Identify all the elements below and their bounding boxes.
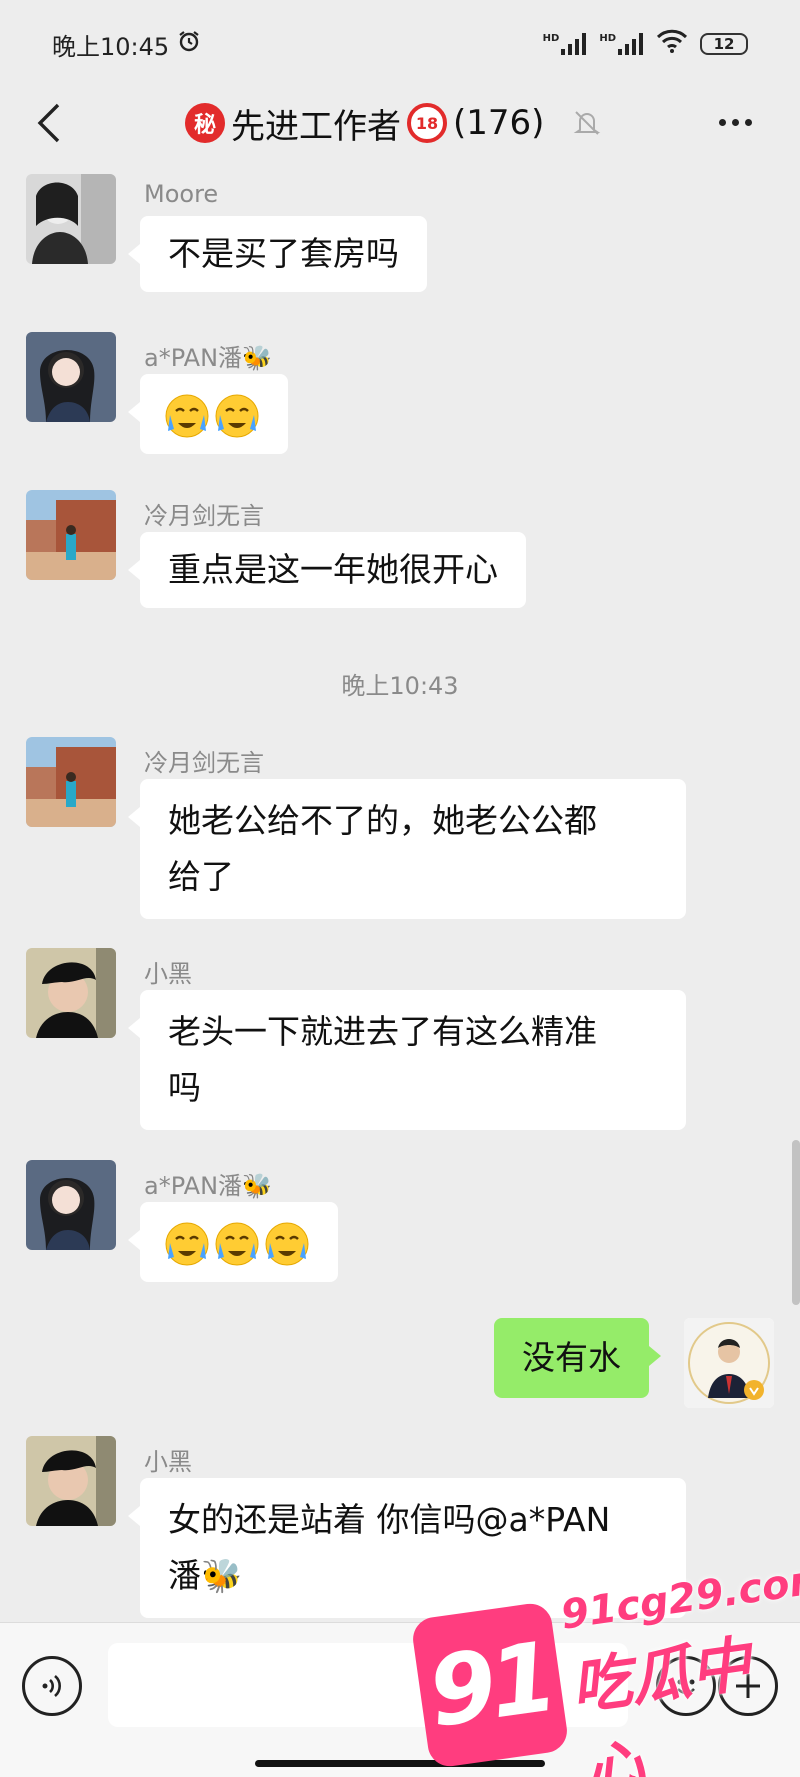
signal-icon: HD xyxy=(543,33,588,55)
message-line: 吗 xyxy=(168,1068,201,1107)
watermark-name: 吃瓜中心 xyxy=(566,1629,755,1777)
message-line: 老头一下就进去了有这么精准 xyxy=(168,1012,597,1051)
more-options-button[interactable] xyxy=(710,102,760,142)
avatar[interactable] xyxy=(26,1160,116,1250)
crying-face-icon xyxy=(164,1221,210,1267)
avatar[interactable] xyxy=(26,737,116,827)
status-bar: 晚上10:45 HD HD 12 xyxy=(0,0,800,88)
secret-badge-icon: 秘 xyxy=(185,103,225,143)
message-bubble[interactable]: 不是买了套房吗 xyxy=(128,216,427,292)
hd-label-2: HD xyxy=(599,33,616,44)
watermark-logo: 91 xyxy=(410,1600,570,1770)
message-bubble[interactable]: 重点是这一年她很开心 xyxy=(128,532,526,608)
message-bubble-self[interactable]: 没有水 xyxy=(494,1318,661,1398)
chat-header: 秘 先进工作者 18 (176) xyxy=(0,88,800,158)
sender-name: a*PAN潘🐝 xyxy=(144,344,272,372)
sender-name: 小黑 xyxy=(144,1448,192,1476)
message-bubble[interactable]: 老头一下就进去了有这么精准 吗 xyxy=(128,990,686,1130)
avatar[interactable] xyxy=(26,1436,116,1526)
chat-scrollbar[interactable] xyxy=(792,1140,800,1305)
avatar[interactable] xyxy=(26,174,116,264)
voice-icon xyxy=(42,1675,61,1697)
timestamp: 晚上10:43 xyxy=(341,672,459,700)
home-indicator[interactable] xyxy=(255,1760,545,1767)
battery-icon: 12 xyxy=(700,33,748,55)
crying-face-icon xyxy=(264,1221,310,1267)
message-line: 给了 xyxy=(168,857,234,896)
sender-name: 冷月剑无言 xyxy=(144,749,264,777)
member-count: (176) xyxy=(453,103,545,143)
age-18-badge-icon: 18 xyxy=(407,103,447,143)
sender-name: 冷月剑无言 xyxy=(144,502,264,530)
sender-name: 小黑 xyxy=(144,960,192,988)
hd-label: HD xyxy=(542,33,560,44)
crying-face-icon xyxy=(214,1221,260,1267)
chevron-left-icon xyxy=(37,103,60,143)
message-bubble[interactable]: 她老公给不了的，她老公公都 给了 xyxy=(128,779,686,919)
group-name: 先进工作者 xyxy=(231,106,401,147)
avatar[interactable] xyxy=(26,948,116,1038)
message-bubble[interactable] xyxy=(128,1202,338,1282)
mute-bell-icon xyxy=(572,108,602,138)
message-line: 女的还是站着 你信吗@a*PAN xyxy=(168,1500,611,1539)
signal-icon-2: HD xyxy=(599,33,644,55)
alarm-icon xyxy=(177,29,201,59)
wifi-icon xyxy=(656,29,688,59)
voice-input-button[interactable] xyxy=(22,1656,82,1716)
self-avatar[interactable] xyxy=(684,1318,774,1408)
status-time: 晚上10:45 xyxy=(52,32,170,61)
message-bubble[interactable] xyxy=(128,374,288,454)
message-line: 她老公给不了的，她老公公都 xyxy=(168,801,597,840)
crying-face-icon xyxy=(164,393,210,439)
sender-name: Moore xyxy=(144,180,219,208)
avatar[interactable] xyxy=(26,332,116,422)
back-button[interactable] xyxy=(26,100,72,146)
crying-face-icon xyxy=(214,393,260,439)
chat-title[interactable]: 秘 先进工作者 18 (176) xyxy=(185,96,602,150)
sender-name: a*PAN潘🐝 xyxy=(144,1172,272,1200)
avatar[interactable] xyxy=(26,490,116,580)
